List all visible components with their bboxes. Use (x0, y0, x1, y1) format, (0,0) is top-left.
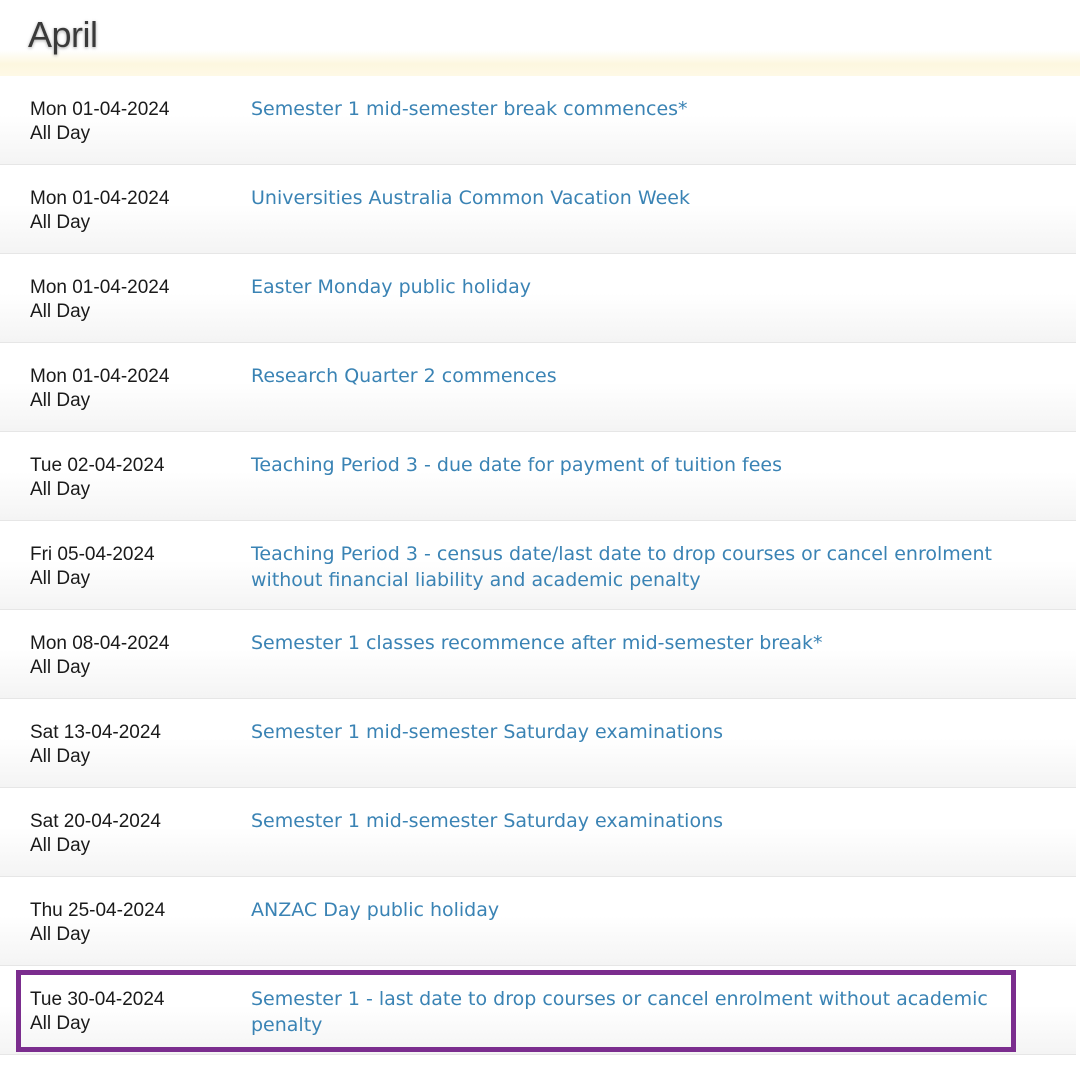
month-header: April (0, 0, 1080, 76)
event-date: Sat 20-04-2024 All Day (30, 810, 161, 858)
event-date: Thu 25-04-2024 All Day (30, 899, 165, 947)
event-time-text: All Day (30, 835, 91, 856)
event-row: Mon 08-04-2024 All Day Semester 1 classe… (0, 610, 1076, 699)
event-date: Tue 02-04-2024 All Day (30, 454, 165, 502)
event-title-link[interactable]: Easter Monday public holiday (251, 274, 1011, 300)
event-title-link[interactable]: Research Quarter 2 commences (251, 363, 1011, 389)
event-time-text: All Day (30, 479, 91, 500)
event-title-link[interactable]: Universities Australia Common Vacation W… (251, 185, 1011, 211)
event-row: Sat 13-04-2024 All Day Semester 1 mid-se… (0, 699, 1076, 788)
event-date: Mon 01-04-2024 All Day (30, 276, 169, 324)
event-title-link[interactable]: Semester 1 - last date to drop courses o… (251, 986, 1011, 1038)
event-date-text: Tue 02-04-2024 (30, 455, 165, 476)
event-title-link[interactable]: Teaching Period 3 - due date for payment… (251, 452, 1011, 478)
event-time-text: All Day (30, 212, 91, 233)
event-time-text: All Day (30, 390, 91, 411)
event-date: Tue 30-04-2024 All Day (30, 988, 165, 1036)
event-row: Tue 02-04-2024 All Day Teaching Period 3… (0, 432, 1076, 521)
month-title: April (28, 14, 98, 55)
event-date-text: Sat 13-04-2024 (30, 722, 161, 743)
event-time-text: All Day (30, 568, 91, 589)
event-date: Mon 01-04-2024 All Day (30, 365, 169, 413)
event-row: Mon 01-04-2024 All Day Research Quarter … (0, 343, 1076, 432)
event-title-link[interactable]: Semester 1 mid-semester break commences* (251, 96, 1011, 122)
event-row: Mon 01-04-2024 All Day Semester 1 mid-se… (0, 76, 1076, 165)
event-title-link[interactable]: Semester 1 mid-semester Saturday examina… (251, 719, 1011, 745)
event-date-text: Mon 01-04-2024 (30, 188, 170, 209)
event-date-text: Mon 01-04-2024 (30, 99, 170, 120)
event-date: Sat 13-04-2024 All Day (30, 721, 161, 769)
event-date-text: Mon 01-04-2024 (30, 366, 170, 387)
event-date: Mon 01-04-2024 All Day (30, 98, 169, 146)
event-row: Mon 01-04-2024 All Day Easter Monday pub… (0, 254, 1076, 343)
event-title-link[interactable]: Teaching Period 3 - census date/last dat… (251, 541, 1011, 593)
event-time-text: All Day (30, 123, 91, 144)
event-row-highlighted: Tue 30-04-2024 All Day Semester 1 - last… (0, 966, 1076, 1055)
event-date-text: Mon 01-04-2024 (30, 277, 170, 298)
event-row: Fri 05-04-2024 All Day Teaching Period 3… (0, 521, 1076, 610)
event-date: Mon 08-04-2024 All Day (30, 632, 169, 680)
event-title-link[interactable]: Semester 1 classes recommence after mid-… (251, 630, 1011, 656)
event-date: Fri 05-04-2024 All Day (30, 543, 155, 591)
event-row: Mon 01-04-2024 All Day Universities Aust… (0, 165, 1076, 254)
event-date-text: Sat 20-04-2024 (30, 811, 161, 832)
event-title-link[interactable]: Semester 1 mid-semester Saturday examina… (251, 808, 1011, 834)
event-time-text: All Day (30, 746, 91, 767)
event-row: Thu 25-04-2024 All Day ANZAC Day public … (0, 877, 1076, 966)
event-date-text: Fri 05-04-2024 (30, 544, 155, 565)
event-date: Mon 01-04-2024 All Day (30, 187, 169, 235)
event-date-text: Thu 25-04-2024 (30, 900, 166, 921)
event-row: Sat 20-04-2024 All Day Semester 1 mid-se… (0, 788, 1076, 877)
event-list: Mon 01-04-2024 All Day Semester 1 mid-se… (0, 76, 1076, 1055)
event-time-text: All Day (30, 657, 91, 678)
event-time-text: All Day (30, 1013, 91, 1034)
event-date-text: Tue 30-04-2024 (30, 989, 165, 1010)
event-time-text: All Day (30, 924, 91, 945)
event-title-link[interactable]: ANZAC Day public holiday (251, 897, 1011, 923)
event-time-text: All Day (30, 301, 91, 322)
event-date-text: Mon 08-04-2024 (30, 633, 170, 654)
